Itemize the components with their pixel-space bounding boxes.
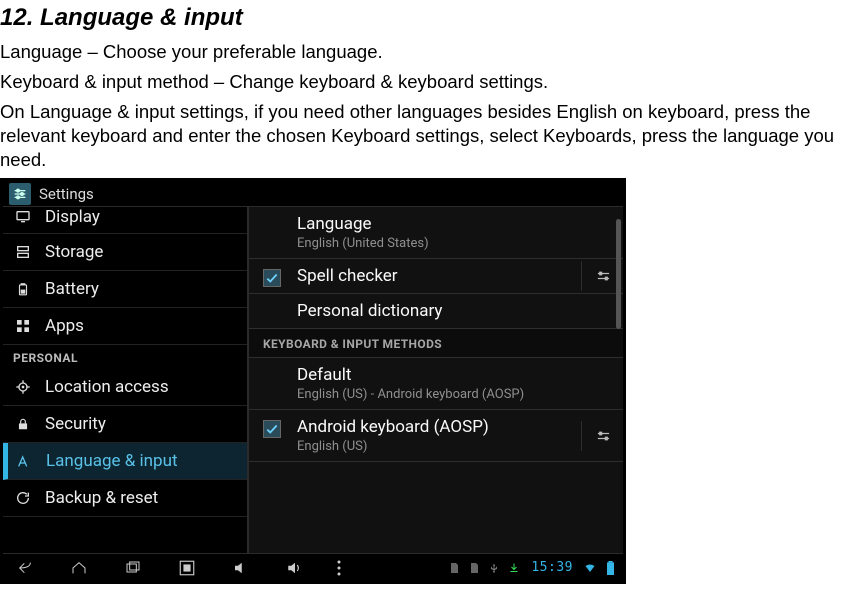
lock-icon xyxy=(13,414,33,434)
status-tray: 15:39 xyxy=(447,560,617,575)
row-android-keyboard[interactable]: Android keyboard (AOSP) English (US) xyxy=(249,410,623,462)
row-cutoff xyxy=(249,543,623,553)
doc-line-2: Keyboard & input method – Change keyboar… xyxy=(0,70,859,100)
sidebar-item-battery[interactable]: Battery xyxy=(3,271,247,308)
clock-text: 15:39 xyxy=(531,560,573,575)
row-title: Android keyboard (AOSP) xyxy=(297,417,609,437)
android-screenshot: Settings Display Storage Battery xyxy=(0,178,626,584)
row-language[interactable]: Language English (United States) xyxy=(249,207,623,259)
app-bar-title: Settings xyxy=(39,185,94,203)
sidebar-item-label: Backup & reset xyxy=(45,488,158,508)
battery-status-icon xyxy=(603,561,617,575)
sidebar-item-backup[interactable]: Backup & reset xyxy=(3,480,247,517)
language-icon xyxy=(14,451,34,471)
sidebar-item-label: Battery xyxy=(45,279,99,299)
app-bar: Settings xyxy=(3,181,623,207)
sidebar-item-label: Display xyxy=(45,207,100,227)
apps-icon xyxy=(13,316,33,336)
sidebar-item-label: Apps xyxy=(45,316,84,336)
android-keyboard-settings-button[interactable] xyxy=(581,421,611,451)
sidebar-item-label: Security xyxy=(45,414,106,434)
back-button[interactable] xyxy=(9,557,41,579)
screenshot-button[interactable] xyxy=(171,557,203,579)
storage-icon xyxy=(13,242,33,262)
sidebar-item-label: Storage xyxy=(45,242,103,262)
row-subtitle: English (US) - Android keyboard (AOSP) xyxy=(297,387,609,402)
section-keyboard-methods: KEYBOARD & INPUT METHODS xyxy=(249,329,623,358)
sidebar-item-language[interactable]: Language & input xyxy=(3,443,247,480)
sd-card-icon-2 xyxy=(467,561,481,575)
backup-icon xyxy=(13,488,33,508)
row-title: Spell checker xyxy=(297,266,609,286)
system-navbar: 15:39 xyxy=(3,553,623,581)
row-title: Language xyxy=(297,214,609,234)
row-title: Personal dictionary xyxy=(297,301,609,321)
volume-down-button[interactable] xyxy=(225,557,257,579)
display-icon xyxy=(13,207,33,227)
settings-app-icon xyxy=(9,183,31,205)
sidebar-item-storage[interactable]: Storage xyxy=(3,234,247,271)
wifi-icon xyxy=(583,561,597,575)
sidebar-item-display[interactable]: Display xyxy=(3,207,247,234)
volume-up-button[interactable] xyxy=(279,557,311,579)
spell-checker-settings-button[interactable] xyxy=(581,261,611,291)
doc-line-3: On Language & input settings, if you nee… xyxy=(0,100,859,178)
row-personal-dictionary[interactable]: Personal dictionary xyxy=(249,294,623,329)
overflow-menu-button[interactable] xyxy=(333,557,345,579)
sidebar-item-label: Location access xyxy=(45,377,169,397)
settings-sidebar: Display Storage Battery Apps P xyxy=(3,207,249,553)
sd-card-icon xyxy=(447,561,461,575)
spell-checker-checkbox[interactable] xyxy=(263,269,281,287)
row-title: Default xyxy=(297,365,609,385)
location-icon xyxy=(13,377,33,397)
sidebar-item-label: Language & input xyxy=(46,451,178,471)
section-heading: 12. Language & input xyxy=(0,0,859,40)
scrollbar-thumb[interactable] xyxy=(616,219,621,329)
sidebar-section-personal: PERSONAL xyxy=(3,345,247,369)
home-button[interactable] xyxy=(63,557,95,579)
sidebar-item-location[interactable]: Location access xyxy=(3,369,247,406)
android-keyboard-checkbox[interactable] xyxy=(263,420,281,438)
usb-icon xyxy=(487,561,501,575)
detail-pane: Language English (United States) Spell c… xyxy=(249,207,623,553)
row-spell-checker[interactable]: Spell checker xyxy=(249,259,623,294)
recent-apps-button[interactable] xyxy=(117,557,149,579)
row-default-keyboard[interactable]: Default English (US) - Android keyboard … xyxy=(249,358,623,410)
sidebar-item-apps[interactable]: Apps xyxy=(3,308,247,345)
doc-line-1: Language – Choose your preferable langua… xyxy=(0,40,859,70)
battery-icon xyxy=(13,279,33,299)
row-subtitle: English (United States) xyxy=(297,236,609,251)
row-subtitle: English (US) xyxy=(297,439,609,454)
download-icon xyxy=(507,561,521,575)
sidebar-item-security[interactable]: Security xyxy=(3,406,247,443)
content-split: Display Storage Battery Apps P xyxy=(3,207,623,553)
